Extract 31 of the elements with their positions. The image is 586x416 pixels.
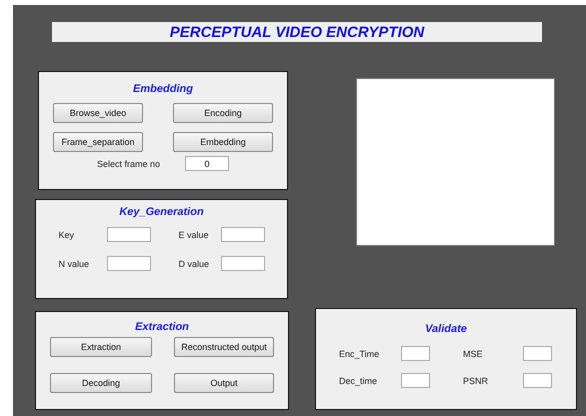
- field-label: Enc_Time: [339, 348, 380, 358]
- panel-title: Key_Generation: [119, 206, 204, 218]
- input-field[interactable]: [401, 346, 430, 361]
- field-label: Select frame no: [96, 158, 160, 168]
- action-button[interactable]: Embedding: [173, 132, 273, 152]
- frame-number-field[interactable]: 0: [185, 156, 230, 171]
- field-label: Dec_time: [339, 376, 378, 386]
- action-button[interactable]: Browse_video: [53, 103, 143, 123]
- field-label: E value: [178, 230, 210, 240]
- input-field[interactable]: [220, 256, 264, 271]
- panel-title: Embedding: [133, 83, 193, 95]
- input-field[interactable]: [401, 373, 430, 388]
- field-label: N value: [58, 258, 90, 268]
- action-button[interactable]: Encoding: [173, 103, 273, 123]
- action-button[interactable]: Output: [174, 373, 274, 393]
- action-button[interactable]: Extraction: [50, 337, 152, 357]
- panel-title: Extraction: [135, 321, 189, 333]
- action-button[interactable]: Reconstructed output: [174, 337, 274, 357]
- action-button[interactable]: Frame_separation: [53, 132, 143, 152]
- input-field[interactable]: [106, 227, 150, 242]
- input-field[interactable]: [523, 373, 552, 388]
- field-label: MSE: [463, 348, 484, 358]
- input-field[interactable]: [220, 227, 264, 242]
- field-label: D value: [178, 258, 210, 268]
- panel-title: Validate: [425, 323, 467, 335]
- field-label: PSNR: [463, 376, 490, 386]
- action-button[interactable]: Decoding: [50, 373, 152, 393]
- input-field[interactable]: [523, 346, 552, 361]
- app-title: PERCEPTUAL VIDEO ENCRYPTION: [52, 22, 542, 42]
- field-label: Key: [58, 230, 76, 240]
- input-field[interactable]: [106, 256, 150, 271]
